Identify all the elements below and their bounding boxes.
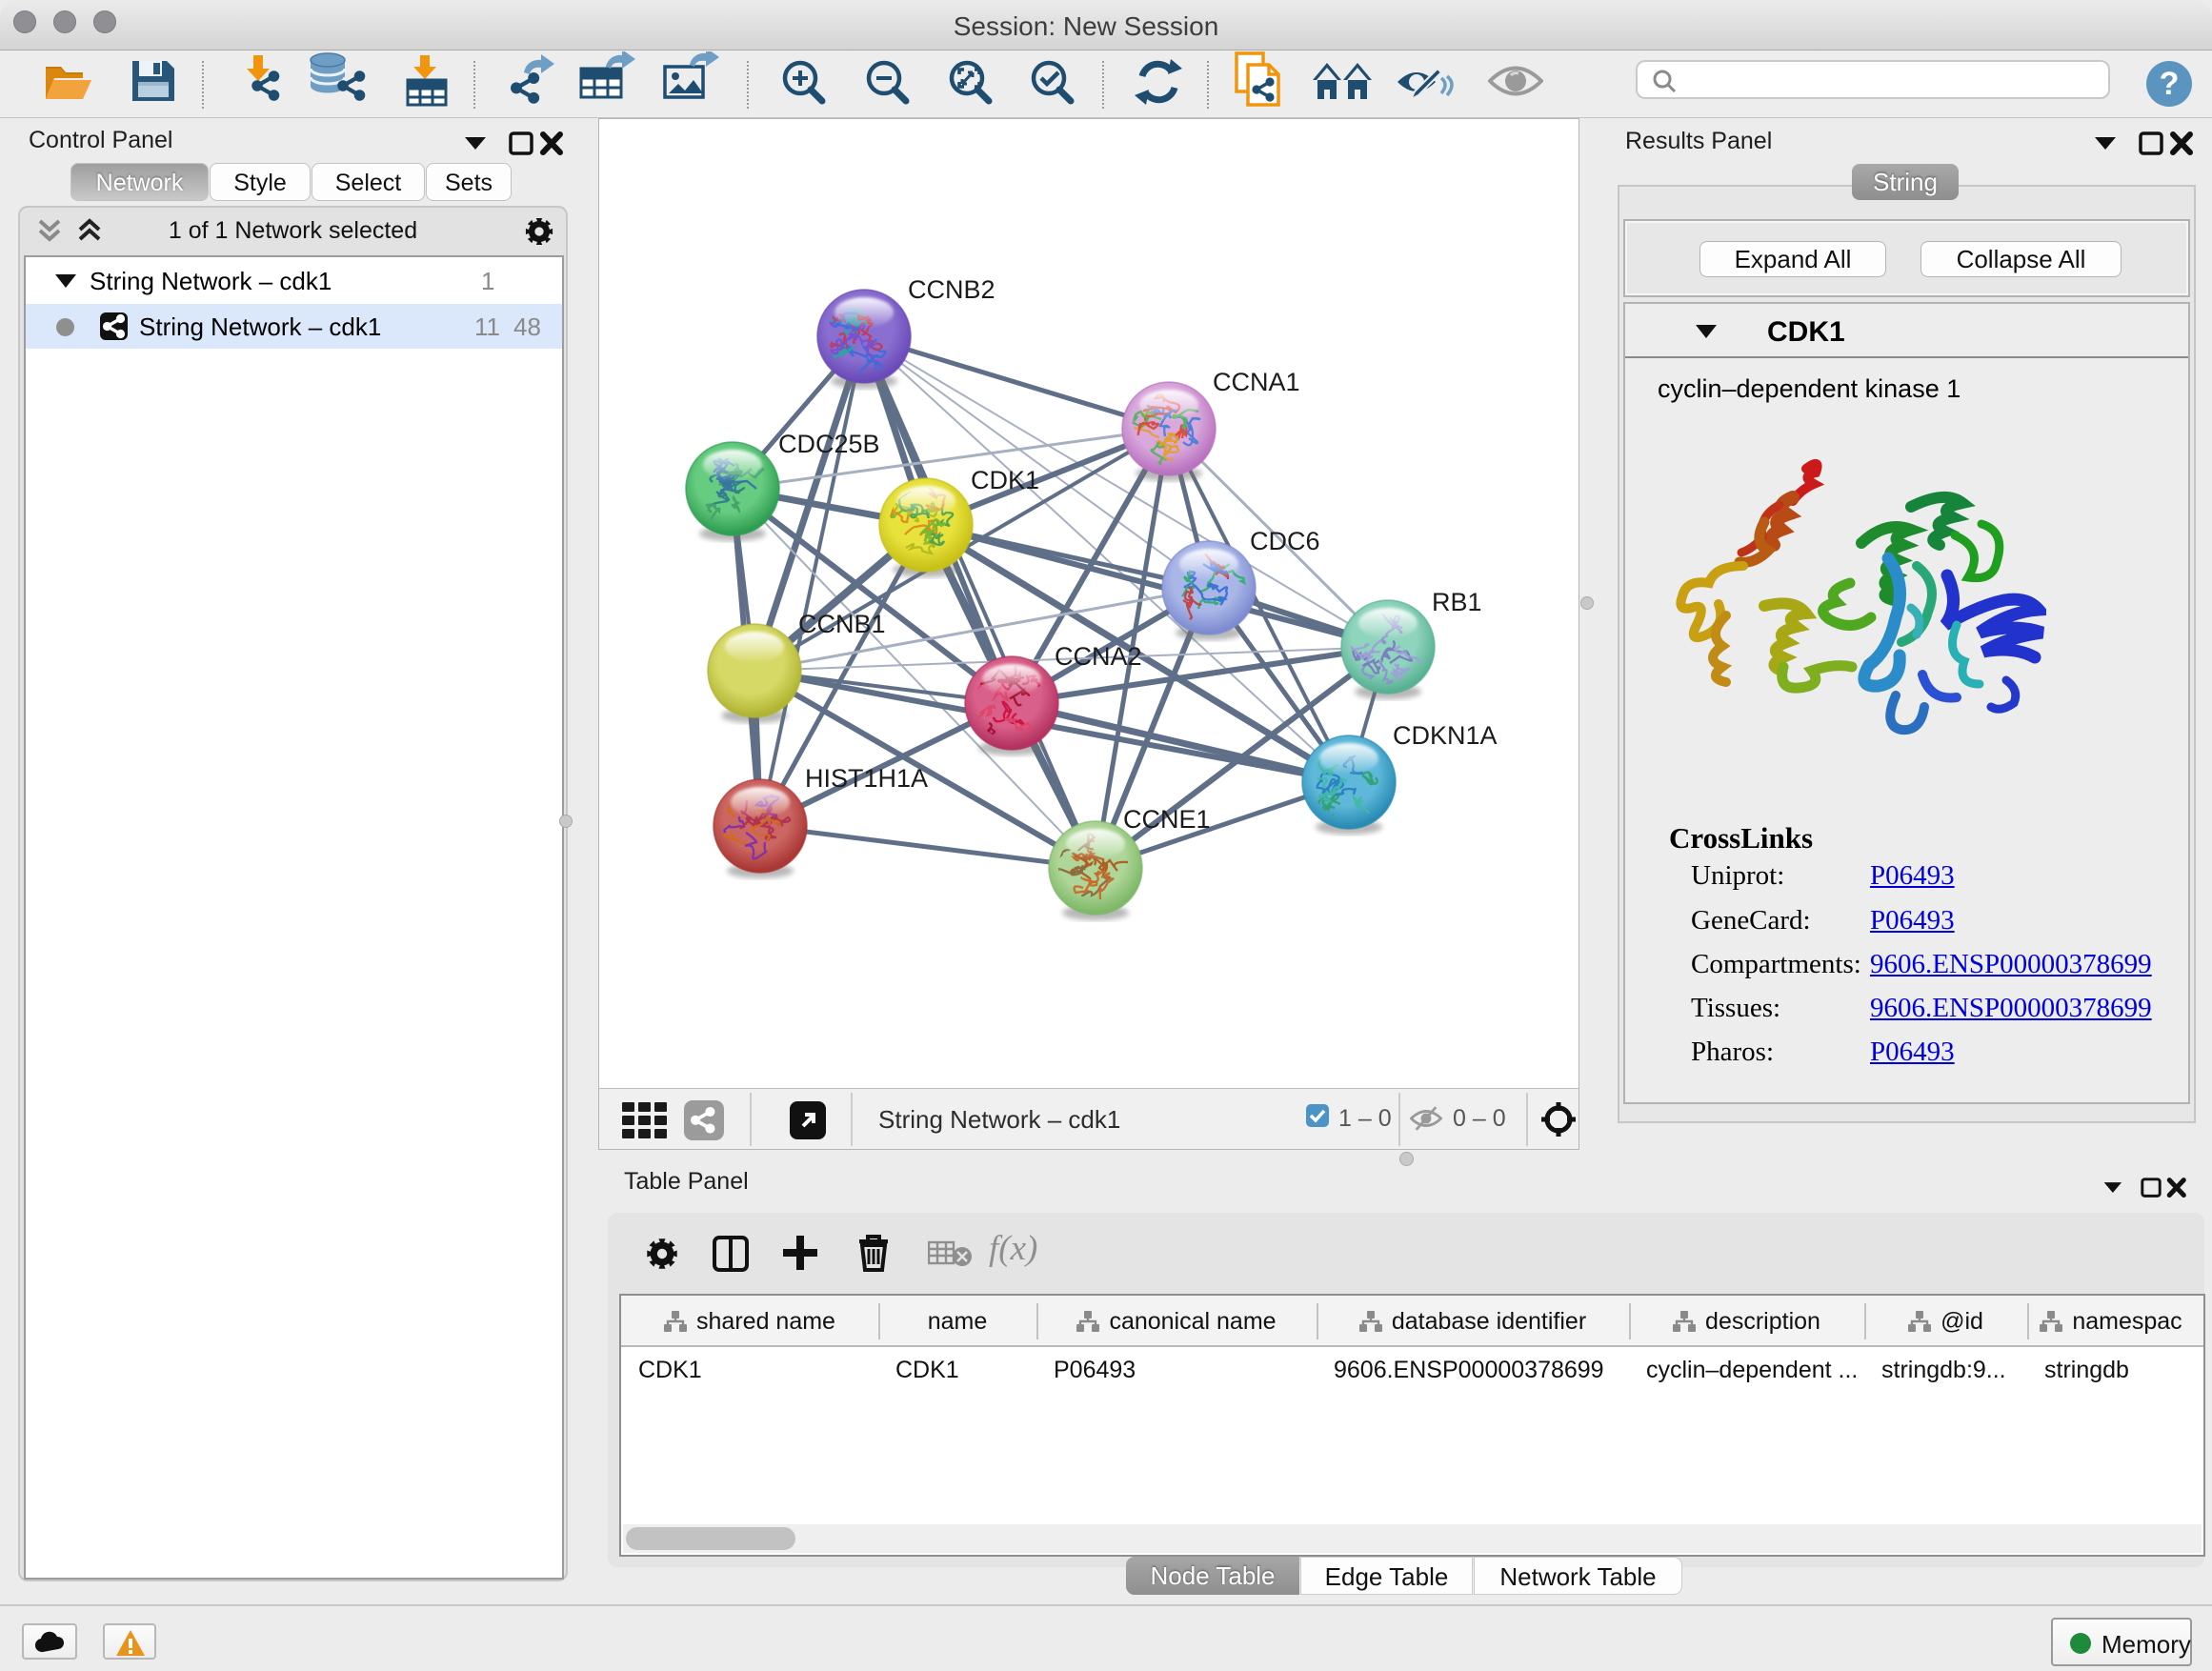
svg-text:CDC6: CDC6 xyxy=(1250,527,1320,555)
svg-text:CDC25B: CDC25B xyxy=(778,430,880,458)
svg-text:RB1: RB1 xyxy=(1432,588,1482,616)
svg-text:HIST1H1A: HIST1H1A xyxy=(805,764,928,793)
svg-text:CCNA1: CCNA1 xyxy=(1213,368,1300,396)
svg-text:CCNB1: CCNB1 xyxy=(798,610,886,638)
svg-text:CDKN1A: CDKN1A xyxy=(1393,721,1498,750)
svg-text:CCNE1: CCNE1 xyxy=(1123,805,1211,834)
svg-text:CDK1: CDK1 xyxy=(971,466,1039,494)
svg-text:CCNB2: CCNB2 xyxy=(908,275,995,304)
svg-text:CCNA2: CCNA2 xyxy=(1055,642,1142,671)
